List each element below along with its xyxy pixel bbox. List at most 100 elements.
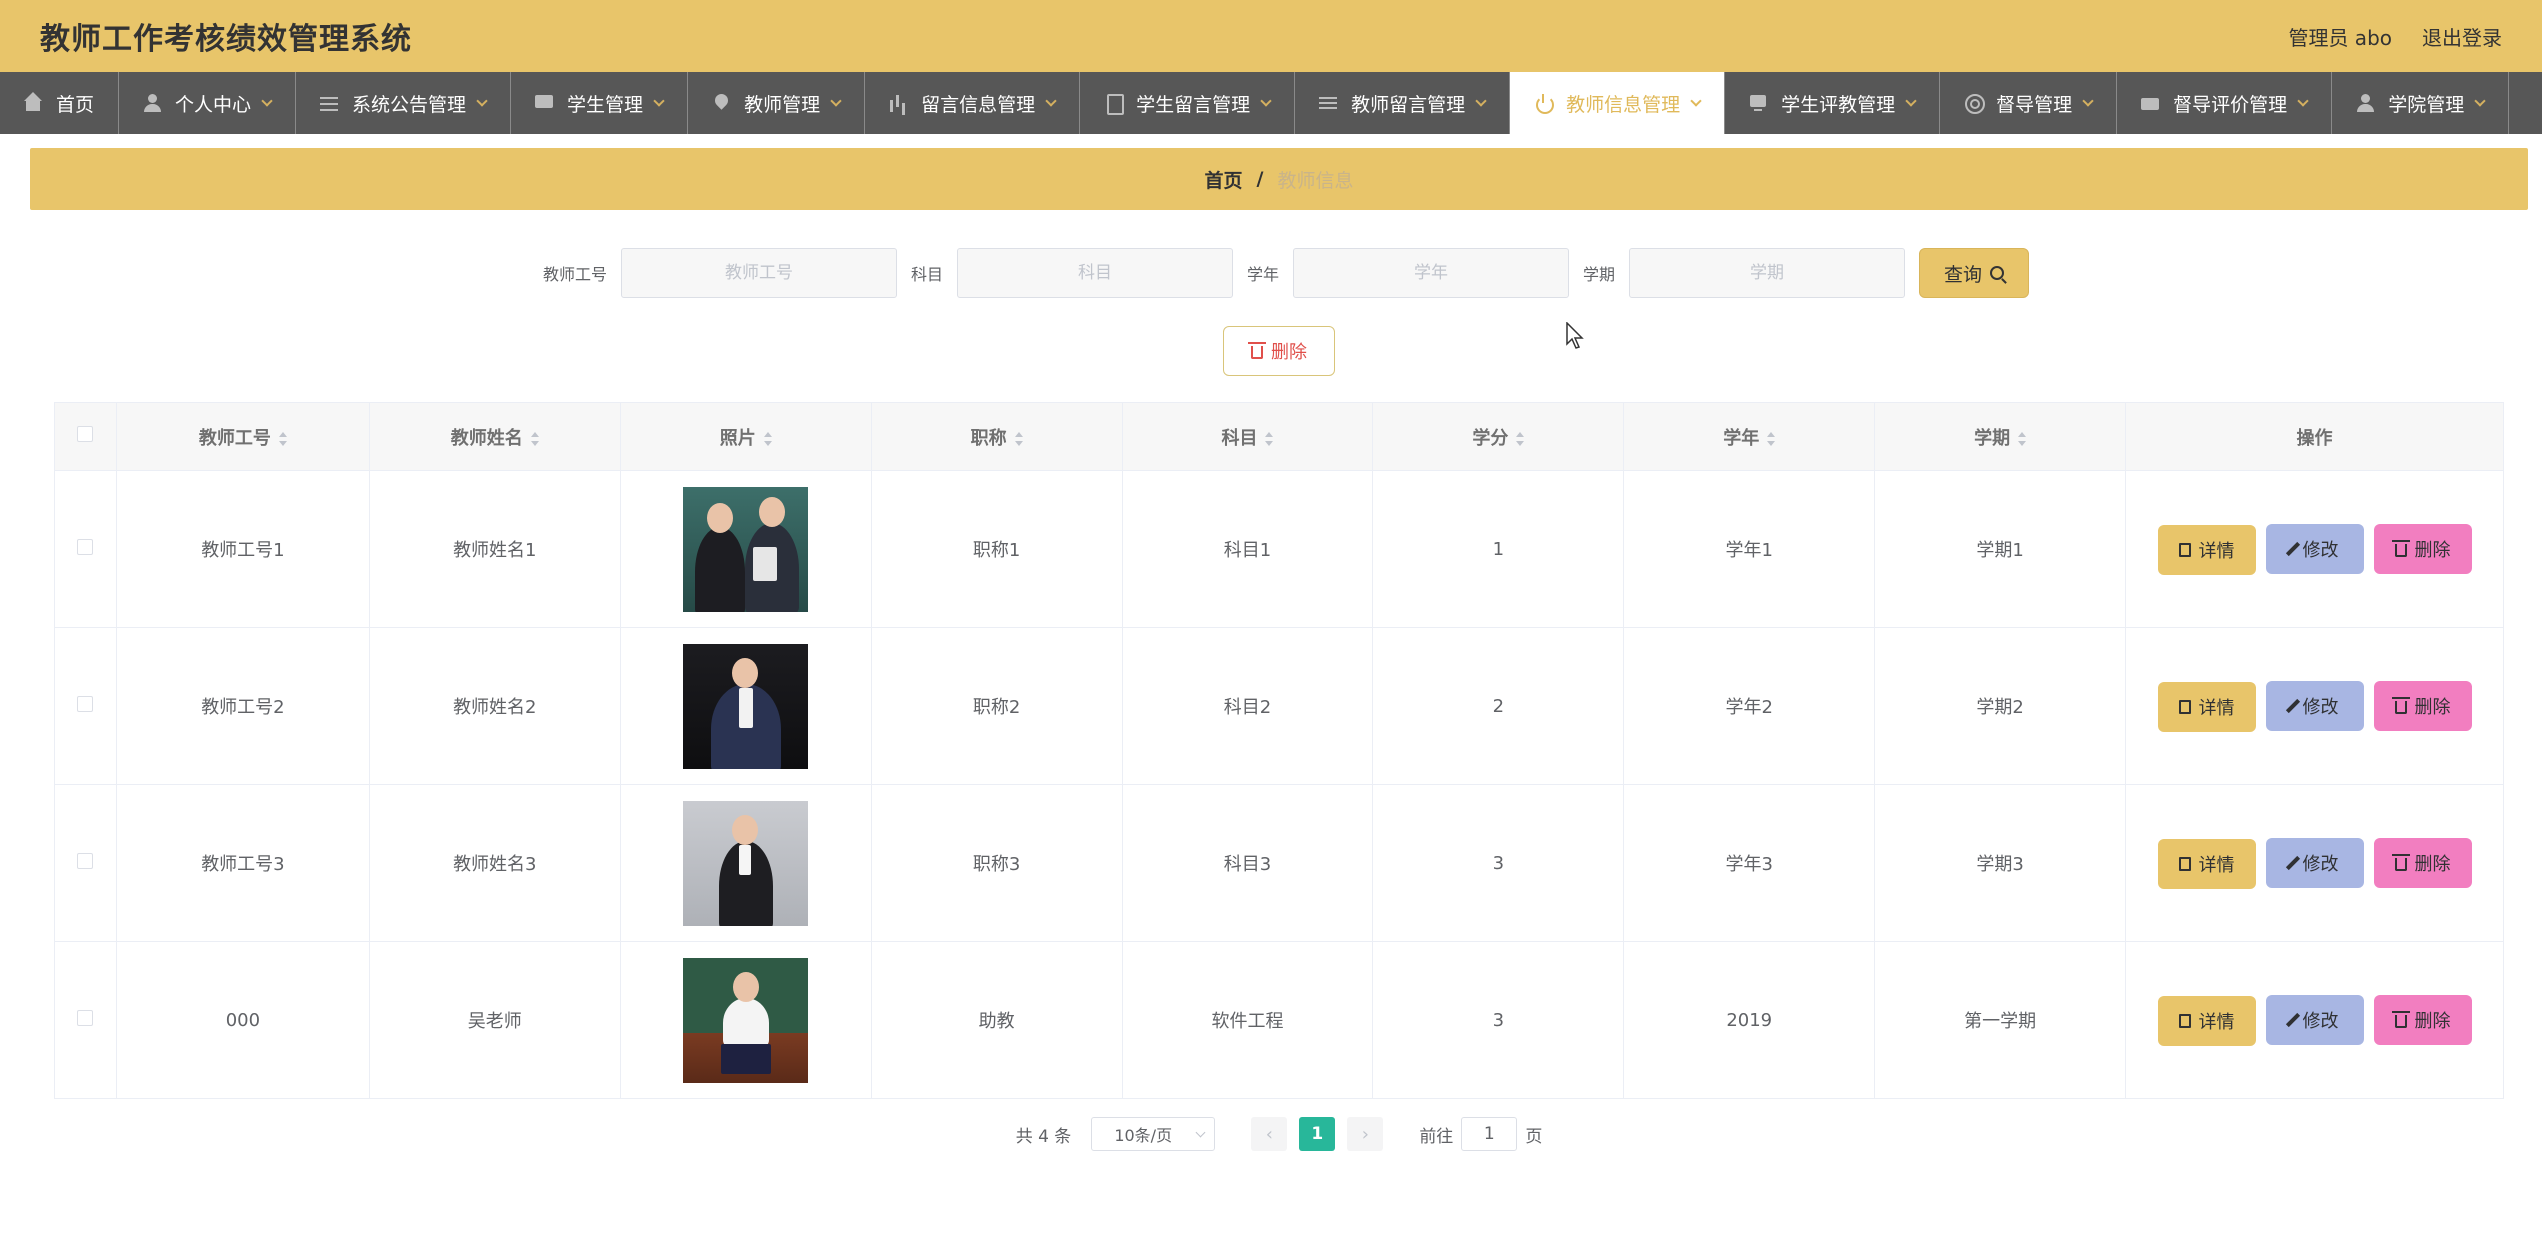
table-row: 000 吴老师 助教 软件工程 3 2019 第一学期 详情 修改 删除 <box>54 941 2504 1099</box>
chevron-down-icon <box>2297 94 2309 107</box>
nav-item-announcements[interactable]: 系统公告管理 <box>296 72 512 134</box>
cell-subject: 科目1 <box>1121 470 1374 628</box>
column-header-term[interactable]: 学期 <box>1874 402 2127 471</box>
nav-item-label: 首页 <box>56 93 95 116</box>
row-checkbox[interactable] <box>77 695 94 712</box>
select-all-checkbox[interactable] <box>77 426 94 442</box>
delete-button[interactable]: 删除 <box>2373 994 2472 1045</box>
next-page-button[interactable]: › <box>1347 1117 1384 1151</box>
pencil-icon <box>2285 855 2300 870</box>
column-header-teacher-id[interactable]: 教师工号 <box>115 402 370 471</box>
cell-actions: 详情 修改 删除 <box>2125 784 2504 942</box>
chevron-down-icon <box>1195 1127 1206 1137</box>
row-checkbox[interactable] <box>77 852 94 869</box>
user-icon <box>143 94 163 112</box>
term-input[interactable] <box>1629 248 1906 298</box>
cell-photo <box>619 941 872 1099</box>
mouse-cursor-icon <box>1566 322 1584 349</box>
chevron-down-icon <box>830 94 842 107</box>
row-select-cell <box>54 627 117 785</box>
chevron-down-icon <box>1475 94 1487 107</box>
column-header-subject[interactable]: 科目 <box>1121 402 1374 471</box>
page-size-select[interactable]: 10条/页 <box>1091 1117 1216 1151</box>
column-header-credit[interactable]: 学分 <box>1372 402 1625 471</box>
teacher-id-input[interactable] <box>620 248 897 298</box>
search-label-subject: 科目 <box>910 265 943 284</box>
teacher-photo[interactable] <box>683 800 809 926</box>
detail-button[interactable]: 详情 <box>2157 524 2256 575</box>
detail-button[interactable]: 详情 <box>2157 995 2256 1046</box>
teacher-info-table: 教师工号 教师姓名 照片 职称 科目 学分 学年 学期 操作 教师工号1 教师姓… <box>54 402 2504 1099</box>
nav-item-teacher-info[interactable]: 教师信息管理 <box>1510 72 1726 134</box>
edit-button[interactable]: 修改 <box>2265 994 2364 1045</box>
nav-item-teachers[interactable]: 教师管理 <box>688 72 866 134</box>
detail-button[interactable]: 详情 <box>2157 838 2256 889</box>
cell-actions: 详情 修改 删除 <box>2125 941 2504 1099</box>
nav-item-student-messages[interactable]: 学生留言管理 <box>1080 72 1296 134</box>
nav-item-teacher-messages[interactable]: 教师留言管理 <box>1295 72 1511 134</box>
nav-item-personal-center[interactable]: 个人中心 <box>119 72 297 134</box>
trash-icon <box>1248 342 1266 359</box>
row-checkbox[interactable] <box>77 1009 94 1026</box>
delete-button[interactable]: 删除 <box>2373 523 2472 574</box>
column-header-teacher-name[interactable]: 教师姓名 <box>368 402 621 471</box>
logout-link[interactable]: 退出登录 <box>2422 22 2502 51</box>
nav-item-supervisor-evaluations[interactable]: 督导评价管理 <box>2117 72 2333 134</box>
nav-item-supervisors[interactable]: 督导管理 <box>1940 72 2118 134</box>
nav-item-label: 教师信息管理 <box>1566 93 1681 116</box>
nav-item-colleges[interactable]: 学院管理 <box>2332 72 2510 134</box>
page-number-current[interactable]: 1 <box>1299 1117 1336 1151</box>
delete-button[interactable]: 删除 <box>2373 837 2472 888</box>
teacher-photo[interactable] <box>683 957 809 1083</box>
table-row: 教师工号3 教师姓名3 职称3 科目3 3 学年3 学期3 详情 修改 删除 <box>54 784 2504 942</box>
delete-button[interactable]: 删除 <box>2373 680 2472 731</box>
bulk-delete-button[interactable]: 删除 <box>1223 326 1335 376</box>
table-header-row: 教师工号 教师姓名 照片 职称 科目 学分 学年 学期 操作 <box>54 402 2504 471</box>
cell-credit: 3 <box>1372 784 1625 942</box>
nav-item-label: 留言信息管理 <box>921 93 1036 116</box>
cell-photo <box>619 627 872 785</box>
search-button[interactable]: 查询 <box>1919 248 2030 298</box>
nav-item-label: 教师管理 <box>744 93 821 116</box>
nav-item-label: 教师留言管理 <box>1351 93 1466 116</box>
sort-icon <box>763 431 772 446</box>
column-header-school-year[interactable]: 学年 <box>1623 402 1876 471</box>
row-checkbox[interactable] <box>77 538 94 555</box>
sort-icon <box>2018 431 2027 446</box>
column-header-title[interactable]: 职称 <box>870 402 1123 471</box>
nav-item-students[interactable]: 学生管理 <box>511 72 689 134</box>
teacher-photo[interactable] <box>683 486 809 612</box>
cell-actions: 详情 修改 删除 <box>2125 470 2504 628</box>
cell-teacher-name: 教师姓名1 <box>368 470 621 628</box>
search-icon <box>1990 266 2005 280</box>
main-nav: 首页 个人中心 系统公告管理 学生管理 教师管理 留言信息管理 学生留言管理 教… <box>0 72 2542 134</box>
bulk-delete-label: 删除 <box>1271 342 1307 363</box>
cell-teacher-name: 教师姓名2 <box>368 627 621 785</box>
app-header: 教师工作考核绩效管理系统 管理员 abo 退出登录 <box>0 0 2542 72</box>
breadcrumb-home[interactable]: 首页 <box>1205 166 1243 193</box>
edit-button[interactable]: 修改 <box>2265 680 2364 731</box>
pencil-icon <box>2285 698 2300 713</box>
goto-page-input[interactable] <box>1461 1117 1518 1151</box>
toolbar: 删除 <box>30 326 2528 376</box>
nav-item-label: 个人中心 <box>175 93 252 116</box>
school-year-input[interactable] <box>1293 248 1570 298</box>
cell-title: 职称1 <box>870 470 1123 628</box>
chevron-right-icon: › <box>1361 1123 1369 1145</box>
column-header-photo[interactable]: 照片 <box>619 402 872 471</box>
search-form: 教师工号 科目 学年 学期 查询 <box>30 248 2528 298</box>
edit-button[interactable]: 修改 <box>2265 523 2364 574</box>
nav-item-messages[interactable]: 留言信息管理 <box>865 72 1081 134</box>
sort-icon <box>1767 431 1776 446</box>
edit-button[interactable]: 修改 <box>2265 837 2364 888</box>
teacher-photo[interactable] <box>683 643 809 769</box>
detail-button[interactable]: 详情 <box>2157 681 2256 732</box>
prev-page-button[interactable]: ‹ <box>1251 1117 1288 1151</box>
search-button-label: 查询 <box>1944 263 1983 286</box>
nav-item-label: 学生评教管理 <box>1781 93 1896 116</box>
nav-item-home[interactable]: 首页 <box>0 72 120 134</box>
subject-input[interactable] <box>957 248 1233 298</box>
nav-item-student-evaluations[interactable]: 学生评教管理 <box>1725 72 1941 134</box>
sort-icon <box>278 431 287 446</box>
chevron-down-icon <box>1905 94 1917 107</box>
